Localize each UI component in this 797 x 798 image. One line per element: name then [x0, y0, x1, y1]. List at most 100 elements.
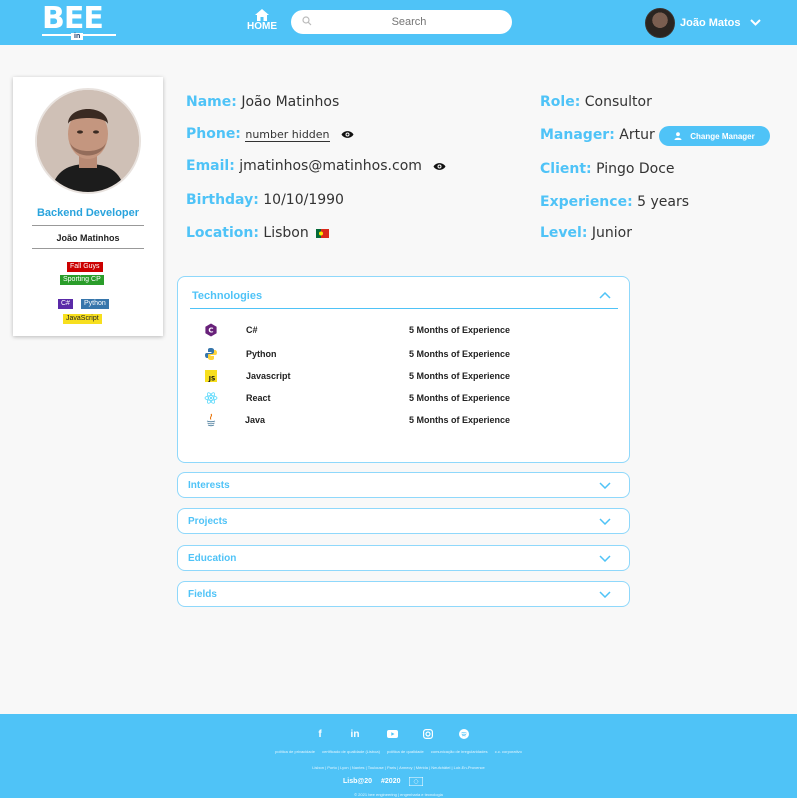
- technology-name: Python: [246, 349, 277, 359]
- footer-link[interactable]: política de privacidade: [275, 749, 315, 754]
- bee-in-logo[interactable]: BEE in: [42, 1, 116, 40]
- birthday-label: Birthday:: [186, 192, 259, 208]
- level-value: Junior: [591, 225, 632, 241]
- chevron-down-icon: [599, 518, 611, 525]
- search-input[interactable]: [315, 10, 503, 34]
- technologies-title: Technologies: [192, 290, 263, 302]
- portugal2020-logo: #2020: [381, 777, 401, 785]
- spotify-icon[interactable]: [457, 727, 471, 741]
- birthday-value: 10/10/1990: [263, 192, 344, 208]
- technology-row: JS Javascript 5 Months of Experience: [178, 369, 631, 387]
- section-title: Education: [188, 553, 237, 564]
- footer-logos: Lisb@20 #2020: [343, 776, 424, 786]
- location-label: Location:: [186, 225, 259, 241]
- location-value: Lisbon: [263, 225, 309, 241]
- linkedin-icon[interactable]: in: [348, 727, 362, 741]
- phone-value: number hidden: [245, 128, 330, 142]
- projects-section[interactable]: Projects: [177, 508, 630, 534]
- technologies-panel: Technologies C C# 5 Months of Experience…: [177, 276, 630, 463]
- footer-links: política de privacidade certificado de q…: [0, 749, 797, 754]
- section-title: Interests: [188, 480, 230, 491]
- change-manager-label: Change Manager: [690, 131, 755, 141]
- technology-experience: 5 Months of Experience: [409, 371, 511, 381]
- home-button[interactable]: HOME: [245, 9, 279, 32]
- instagram-icon[interactable]: [421, 727, 435, 741]
- technology-experience: 5 Months of Experience: [409, 393, 511, 403]
- lisboa-logo: Lisb@20: [343, 777, 373, 785]
- info-location: Location: Lisbon: [186, 225, 330, 241]
- info-experience: Experience: 5 years: [540, 194, 689, 210]
- svg-text:JS: JS: [208, 376, 216, 383]
- technology-name: C#: [246, 325, 258, 335]
- csharp-icon: C: [205, 323, 217, 337]
- role-value: Consultor: [584, 94, 652, 110]
- info-email: Email: jmatinhos@matinhos.com: [186, 158, 446, 174]
- info-name: Name: João Matinhos: [186, 94, 339, 110]
- experience-value: 5 years: [637, 194, 690, 210]
- technology-name: Javascript: [246, 371, 291, 381]
- info-birthday: Birthday: 10/10/1990: [186, 192, 344, 208]
- footer-link[interactable]: política de qualidade: [387, 749, 424, 754]
- experience-label: Experience:: [540, 194, 633, 210]
- person-icon: [674, 132, 682, 140]
- manager-label: Manager:: [540, 127, 615, 143]
- section-title: Projects: [188, 516, 228, 527]
- youtube-icon[interactable]: [385, 727, 399, 741]
- top-bar: BEE in HOME João Matos: [0, 0, 797, 45]
- logo-sub-text: in: [71, 33, 84, 40]
- technology-name: Java: [245, 415, 266, 425]
- technology-name: React: [246, 393, 271, 403]
- divider: [32, 248, 144, 249]
- tech-tag: C#: [58, 299, 73, 309]
- user-menu[interactable]: João Matos: [645, 7, 761, 38]
- java-icon: [206, 413, 216, 427]
- name-label: Name:: [186, 94, 237, 110]
- divider: [32, 225, 144, 226]
- client-label: Client:: [540, 161, 592, 177]
- logo-text: BEE: [42, 1, 104, 36]
- education-section[interactable]: Education: [177, 545, 630, 571]
- footer-link[interactable]: certificado de qualidade (Lisboa): [322, 749, 380, 754]
- footer: f in política de privacidade certificado…: [0, 714, 797, 798]
- facebook-icon[interactable]: f: [313, 727, 327, 741]
- home-label: HOME: [247, 21, 277, 32]
- search-bar[interactable]: [291, 10, 512, 34]
- portugal-flag-icon: [316, 228, 330, 238]
- fields-section[interactable]: Fields: [177, 581, 630, 607]
- manager-value: Artur: [619, 127, 655, 143]
- chevron-up-icon[interactable]: [599, 292, 611, 299]
- technology-row: Java 5 Months of Experience: [178, 413, 631, 431]
- info-phone: Phone: number hidden: [186, 126, 354, 142]
- technology-row: Python 5 Months of Experience: [178, 347, 631, 365]
- tech-tag: Python: [81, 299, 109, 309]
- search-icon: [302, 16, 312, 26]
- profile-name: João Matinhos: [56, 233, 120, 243]
- email-value: jmatinhos@matinhos.com: [239, 158, 422, 174]
- profile-card: Backend Developer João Matinhos Fall Guy…: [13, 77, 163, 336]
- user-avatar: [645, 7, 675, 38]
- info-role: Role: Consultor: [540, 94, 652, 110]
- eye-icon[interactable]: [433, 162, 446, 171]
- python-icon: [205, 348, 217, 360]
- user-name: João Matos: [680, 16, 741, 29]
- email-label: Email:: [186, 158, 235, 174]
- eye-icon[interactable]: [341, 130, 354, 139]
- footer-link[interactable]: comunicação de irregularidades: [431, 749, 488, 754]
- role-label: Role:: [540, 94, 581, 110]
- info-client: Client: Pingo Doce: [540, 161, 675, 177]
- technology-row: C C# 5 Months of Experience: [178, 323, 631, 341]
- client-value: Pingo Doce: [596, 161, 675, 177]
- technology-experience: 5 Months of Experience: [409, 349, 511, 359]
- divider: [190, 308, 618, 309]
- interest-tag: Fall Guys: [67, 262, 103, 272]
- footer-link[interactable]: c.c. corporativo: [495, 749, 522, 754]
- chevron-down-icon: [599, 555, 611, 562]
- change-manager-button[interactable]: Change Manager: [659, 126, 770, 146]
- info-level: Level: Junior: [540, 225, 632, 241]
- interests-section[interactable]: Interests: [177, 472, 630, 498]
- phone-label: Phone:: [186, 126, 241, 142]
- technology-row: React 5 Months of Experience: [178, 391, 631, 409]
- profile-photo: [35, 88, 141, 194]
- react-icon: [204, 392, 218, 404]
- svg-text:C: C: [208, 327, 213, 335]
